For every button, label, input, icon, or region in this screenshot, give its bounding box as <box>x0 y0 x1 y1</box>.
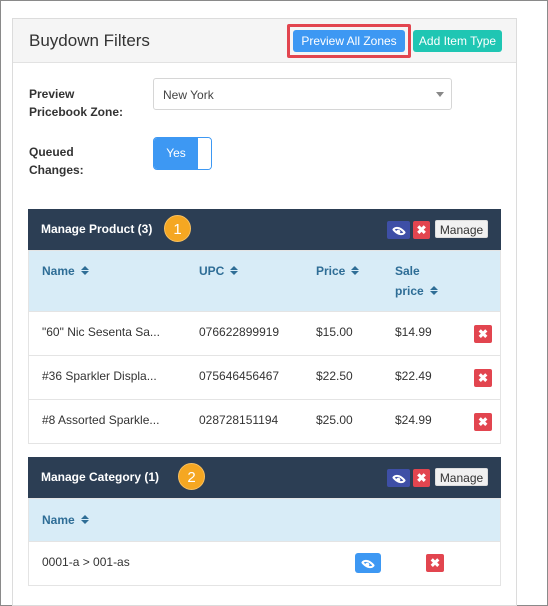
column-sale-label-1: Sale <box>395 264 420 278</box>
table-row: "60" Nic Sesenta Sa... 076622899919 $15.… <box>29 311 500 355</box>
sort-icon <box>429 286 438 296</box>
cell-upc: 075646456467 <box>199 369 280 383</box>
column-price[interactable]: Price <box>316 261 360 281</box>
pricebook-zone-select[interactable]: New York <box>153 78 452 110</box>
buydown-filters-card: Buydown Filters Preview All Zones Add It… <box>12 18 517 606</box>
cell-name: 0001-a > 001-as <box>42 555 130 569</box>
eye-icon <box>391 223 406 239</box>
column-sale-label-2: price <box>395 284 424 298</box>
cell-name: #8 Assorted Sparkle... <box>42 413 160 427</box>
product-table-header: Name UPC Price Sale price <box>29 251 500 311</box>
zone-label-line1: Preview <box>29 87 75 101</box>
sort-icon <box>230 266 239 276</box>
column-upc-label: UPC <box>199 264 225 278</box>
table-row: #36 Sparkler Displa... 075646456467 $22.… <box>29 355 500 399</box>
sort-icon <box>351 266 360 276</box>
product-table: Name UPC Price Sale price "60" Nic Sesen… <box>28 250 501 444</box>
cell-price: $25.00 <box>316 413 353 427</box>
column-price-label: Price <box>316 264 346 278</box>
delete-row-button[interactable]: ✖ <box>474 325 492 343</box>
zone-label: Preview Pricebook Zone: <box>29 85 123 121</box>
column-name-label: Name <box>42 513 75 527</box>
toggle-handle <box>198 138 211 169</box>
column-name[interactable]: Name <box>42 261 89 281</box>
queued-changes-toggle[interactable]: Yes <box>153 137 212 170</box>
cell-price: $15.00 <box>316 325 353 339</box>
category-table: Name 0001-a > 001-as ✖ <box>28 498 501 586</box>
queued-label-line2: Changes: <box>29 163 84 177</box>
cell-name: #36 Sparkler Displa... <box>42 369 157 383</box>
card-header: Buydown Filters Preview All Zones Add It… <box>13 19 516 63</box>
sort-icon <box>80 515 89 525</box>
delete-row-button[interactable]: ✖ <box>426 554 444 572</box>
queued-label: Queued Changes: <box>29 143 84 179</box>
toggle-yes-label: Yes <box>154 138 198 169</box>
sort-icon <box>80 266 89 276</box>
delete-row-button[interactable]: ✖ <box>474 413 492 431</box>
step-badge-2: 2 <box>178 463 205 490</box>
view-categories-button[interactable] <box>387 469 410 487</box>
column-name-label: Name <box>42 264 75 278</box>
cell-upc: 076622899919 <box>199 325 280 339</box>
cell-sale-price: $22.49 <box>395 369 432 383</box>
table-row: #8 Assorted Sparkle... 028728151194 $25.… <box>29 399 500 443</box>
cell-sale-price: $24.99 <box>395 413 432 427</box>
caret-down-icon <box>436 92 444 97</box>
preview-all-zones-button[interactable]: Preview All Zones <box>293 30 405 52</box>
manage-categories-button[interactable]: Manage <box>435 468 488 486</box>
column-upc[interactable]: UPC <box>199 261 239 281</box>
cell-upc: 028728151194 <box>199 413 279 427</box>
column-sale-price[interactable]: Sale price <box>395 261 438 301</box>
table-row: 0001-a > 001-as ✖ <box>29 541 500 585</box>
eye-icon <box>360 556 376 572</box>
view-products-button[interactable] <box>387 221 410 239</box>
cell-price: $22.50 <box>316 369 353 383</box>
cell-name: "60" Nic Sesenta Sa... <box>42 325 160 339</box>
delete-row-button[interactable]: ✖ <box>474 369 492 387</box>
queued-label-line1: Queued <box>29 145 74 159</box>
zone-select-value: New York <box>163 88 214 102</box>
card-title: Buydown Filters <box>29 31 150 50</box>
category-table-header: Name <box>29 499 500 541</box>
delete-categories-button[interactable]: ✖ <box>413 469 430 487</box>
add-item-type-button[interactable]: Add Item Type <box>413 30 502 52</box>
manage-products-button[interactable]: Manage <box>435 220 488 238</box>
delete-products-button[interactable]: ✖ <box>413 221 430 239</box>
manage-category-header: Manage Category (1) 2 ✖ Manage <box>28 457 501 498</box>
manage-product-header: Manage Product (3) 1 ✖ Manage <box>28 209 501 250</box>
manage-product-title: Manage Product (3) <box>41 222 153 236</box>
column-name[interactable]: Name <box>42 510 89 530</box>
cell-sale-price: $14.99 <box>395 325 432 339</box>
step-badge-1: 1 <box>164 215 191 242</box>
manage-category-title: Manage Category (1) <box>41 470 160 484</box>
zone-label-line2: Pricebook Zone: <box>29 105 124 119</box>
view-category-button[interactable] <box>355 553 381 573</box>
eye-icon <box>391 471 406 487</box>
